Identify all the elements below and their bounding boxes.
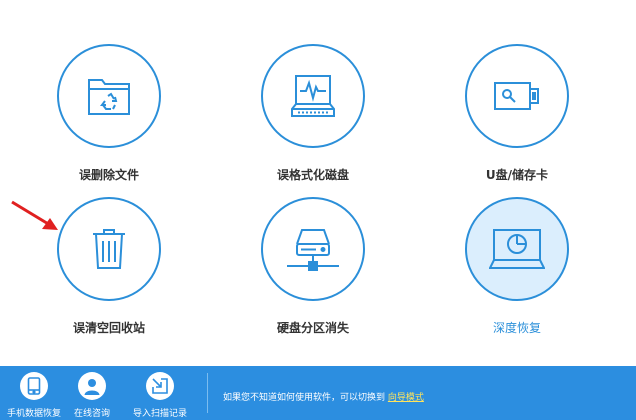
tile-label: 误格式化磁盘	[276, 168, 349, 182]
tile-circle	[465, 44, 569, 148]
annotation-arrow-icon	[11, 200, 58, 230]
tile-deleted-files[interactable]: 误删除文件	[29, 44, 189, 183]
footer-button-label: 导入扫描记录	[132, 409, 187, 419]
tile-circle	[465, 197, 569, 301]
user-avatar-icon	[78, 372, 106, 400]
monitor-scan-icon	[489, 229, 545, 269]
tile-circle	[57, 197, 161, 301]
import-scan-record-button[interactable]: 导入扫描记录	[128, 372, 192, 419]
footer-button-label: 手机数据恢复	[6, 409, 61, 419]
import-icon	[146, 372, 174, 400]
usb-drive-icon	[494, 82, 539, 110]
tile-formatted-disk[interactable]: 误格式化磁盘	[233, 44, 393, 183]
tile-partition-lost[interactable]: 硬盘分区消失	[233, 197, 393, 336]
wizard-mode-link[interactable]: 向导模式	[388, 393, 424, 403]
trash-bin-icon	[93, 229, 125, 269]
tile-circle	[261, 44, 365, 148]
online-consult-button[interactable]: 在线咨询	[60, 372, 124, 419]
tile-label: U盘/储存卡	[485, 168, 549, 182]
phone-recovery-button[interactable]: 手机数据恢复	[2, 372, 66, 419]
footer-bar: 手机数据恢复 在线咨询 导入扫描记录 如果您不知道如何使用软件，可以切换到 向导…	[0, 366, 636, 420]
folder-recycle-icon	[88, 79, 130, 115]
tile-deep-recovery[interactable]: 深度恢复	[437, 197, 597, 336]
footer-hint-text: 如果您不知道如何使用软件，可以切换到	[223, 393, 386, 403]
footer-divider	[207, 373, 208, 413]
tile-label: 硬盘分区消失	[276, 321, 349, 335]
tile-label: 误清空回收站	[72, 321, 145, 335]
tile-usb-card[interactable]: U盘/储存卡	[437, 44, 597, 183]
footer-hint: 如果您不知道如何使用软件，可以切换到 向导模式	[223, 390, 424, 403]
tile-circle	[261, 197, 365, 301]
tile-circle	[57, 44, 161, 148]
tile-label: 误删除文件	[78, 168, 139, 182]
hard-drive-network-icon	[287, 229, 339, 271]
tile-label: 深度恢复	[492, 321, 541, 335]
footer-button-label: 在线咨询	[73, 409, 110, 419]
phone-icon	[20, 372, 48, 400]
disk-pulse-icon	[291, 75, 335, 117]
